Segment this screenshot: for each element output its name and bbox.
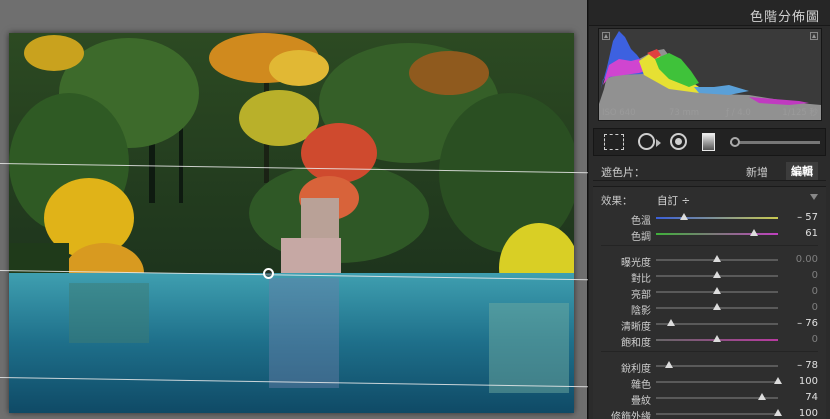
slider-value[interactable]: 0	[812, 286, 818, 297]
red-eye-icon[interactable]	[670, 133, 687, 150]
slider-track[interactable]	[656, 303, 778, 310]
slider-label: 色調	[631, 232, 651, 243]
slider-row: 亮部 0	[593, 285, 826, 301]
slider-value[interactable]: 0	[812, 270, 818, 281]
focal-length: 73 mm	[669, 108, 700, 118]
aperture: ƒ / 4.0	[726, 108, 751, 118]
slider-value[interactable]: – 76	[797, 318, 818, 329]
slider-group-separator	[601, 351, 818, 352]
slider-row: 飽和度 0	[593, 333, 826, 349]
slider-label: 雜色	[631, 380, 651, 391]
mask-label: 遮色片：	[601, 166, 645, 179]
crop-icon[interactable]	[604, 134, 624, 150]
slider-value[interactable]: 0	[812, 334, 818, 345]
slider-knob[interactable]	[758, 393, 767, 400]
slider-label: 亮部	[631, 290, 651, 301]
slider-track[interactable]	[656, 255, 778, 262]
slider-group-separator	[601, 245, 818, 246]
slider-label: 色溫	[631, 216, 651, 227]
slider-knob[interactable]	[713, 335, 721, 342]
develop-panel: 色階分佈圖 ISO 640 73 mm ƒ / 4.0 1/125 秒 遮色片：…	[589, 0, 830, 419]
slider-label: 清晰度	[621, 322, 651, 333]
slider-row: 對比 0	[593, 269, 826, 285]
adjustment-panel: 效果： 自訂 ÷ 色溫 – 57 色調 61 曝光度 0.00 對比 0 亮部 0 陰影 0 清晰度 – …	[593, 186, 826, 419]
slider-row: 清晰度 – 76	[593, 317, 826, 333]
slider-row: 色調 61	[593, 227, 826, 243]
slider-label: 修飾外緣	[611, 412, 651, 419]
slider-row: 修飾外緣 100	[593, 407, 826, 419]
photo-image[interactable]	[9, 33, 574, 413]
slider-row: 色溫 – 57	[593, 211, 826, 227]
slider-row: 曝光度 0.00	[593, 253, 826, 269]
slider-row: 雜色 100	[593, 375, 826, 391]
slider-value[interactable]: 100	[799, 376, 818, 387]
slider-track[interactable]	[656, 271, 778, 278]
slider-label: 曝光度	[621, 258, 651, 269]
effect-label: 效果：	[601, 195, 633, 207]
effect-dropdown[interactable]: 自訂 ÷	[657, 193, 690, 208]
slider-track[interactable]	[656, 409, 782, 416]
slider-row: 銳利度 – 78	[593, 359, 826, 375]
mask-row: 遮色片： 新增 編輯	[593, 160, 826, 181]
slider-value[interactable]: 61	[805, 228, 818, 239]
disclosure-triangle-icon[interactable]	[810, 194, 818, 200]
slider-track[interactable]	[656, 213, 778, 220]
slider-knob[interactable]	[665, 361, 674, 368]
slider-knob[interactable]	[749, 229, 758, 236]
mask-edit-button[interactable]: 編輯	[786, 162, 818, 180]
slider-row: 陰影 0	[593, 301, 826, 317]
highlight-clipping-indicator[interactable]	[810, 32, 818, 40]
slider-knob[interactable]	[713, 303, 721, 310]
slider-knob[interactable]	[713, 255, 721, 262]
graduated-filter-icon[interactable]	[702, 133, 715, 151]
autumn-lake-photo	[9, 33, 574, 413]
slider-value[interactable]: 100	[799, 408, 818, 419]
spot-removal-icon[interactable]	[638, 133, 655, 150]
shadow-clipping-indicator[interactable]	[602, 32, 610, 40]
slider-label: 飽和度	[621, 338, 651, 349]
brush-slider[interactable]	[730, 137, 820, 147]
shutter-speed: 1/125 秒	[782, 108, 818, 118]
slider-track[interactable]	[656, 361, 778, 368]
slider-label: 疊紋	[631, 396, 651, 407]
slider-knob[interactable]	[713, 271, 721, 278]
brush-slider-knob[interactable]	[730, 137, 740, 147]
spot-removal-menu-arrow[interactable]	[656, 139, 661, 147]
graduated-filter-pin[interactable]	[263, 268, 274, 279]
histogram-title: 色階分佈圖	[749, 10, 820, 25]
tool-strip	[593, 128, 826, 156]
slider-label: 對比	[631, 274, 651, 285]
histogram-header[interactable]: 色階分佈圖	[589, 0, 830, 26]
slider-row: 疊紋 74	[593, 391, 826, 407]
slider-track[interactable]	[656, 377, 782, 384]
histogram: ISO 640 73 mm ƒ / 4.0 1/125 秒	[598, 28, 822, 121]
slider-track[interactable]	[656, 393, 778, 400]
slider-track[interactable]	[656, 335, 778, 342]
slider-value[interactable]: 0	[812, 302, 818, 313]
slider-track[interactable]	[656, 287, 778, 294]
slider-label: 陰影	[631, 306, 651, 317]
slider-label: 銳利度	[621, 364, 651, 375]
slider-knob[interactable]	[774, 377, 782, 384]
slider-knob[interactable]	[666, 319, 675, 326]
slider-value[interactable]: 74	[805, 392, 818, 403]
slider-value[interactable]: 0.00	[796, 254, 818, 265]
mask-new-button[interactable]: 新增	[746, 164, 768, 180]
slider-knob[interactable]	[713, 287, 721, 294]
slider-value[interactable]: – 78	[797, 360, 818, 371]
effect-row: 效果： 自訂 ÷	[593, 191, 826, 207]
slider-knob[interactable]	[680, 213, 689, 220]
photo-canvas[interactable]	[0, 0, 588, 419]
slider-track[interactable]	[656, 229, 778, 236]
slider-value[interactable]: – 57	[797, 212, 818, 223]
slider-knob[interactable]	[774, 409, 782, 416]
iso-value: ISO 640	[602, 108, 636, 118]
slider-track[interactable]	[656, 319, 778, 326]
